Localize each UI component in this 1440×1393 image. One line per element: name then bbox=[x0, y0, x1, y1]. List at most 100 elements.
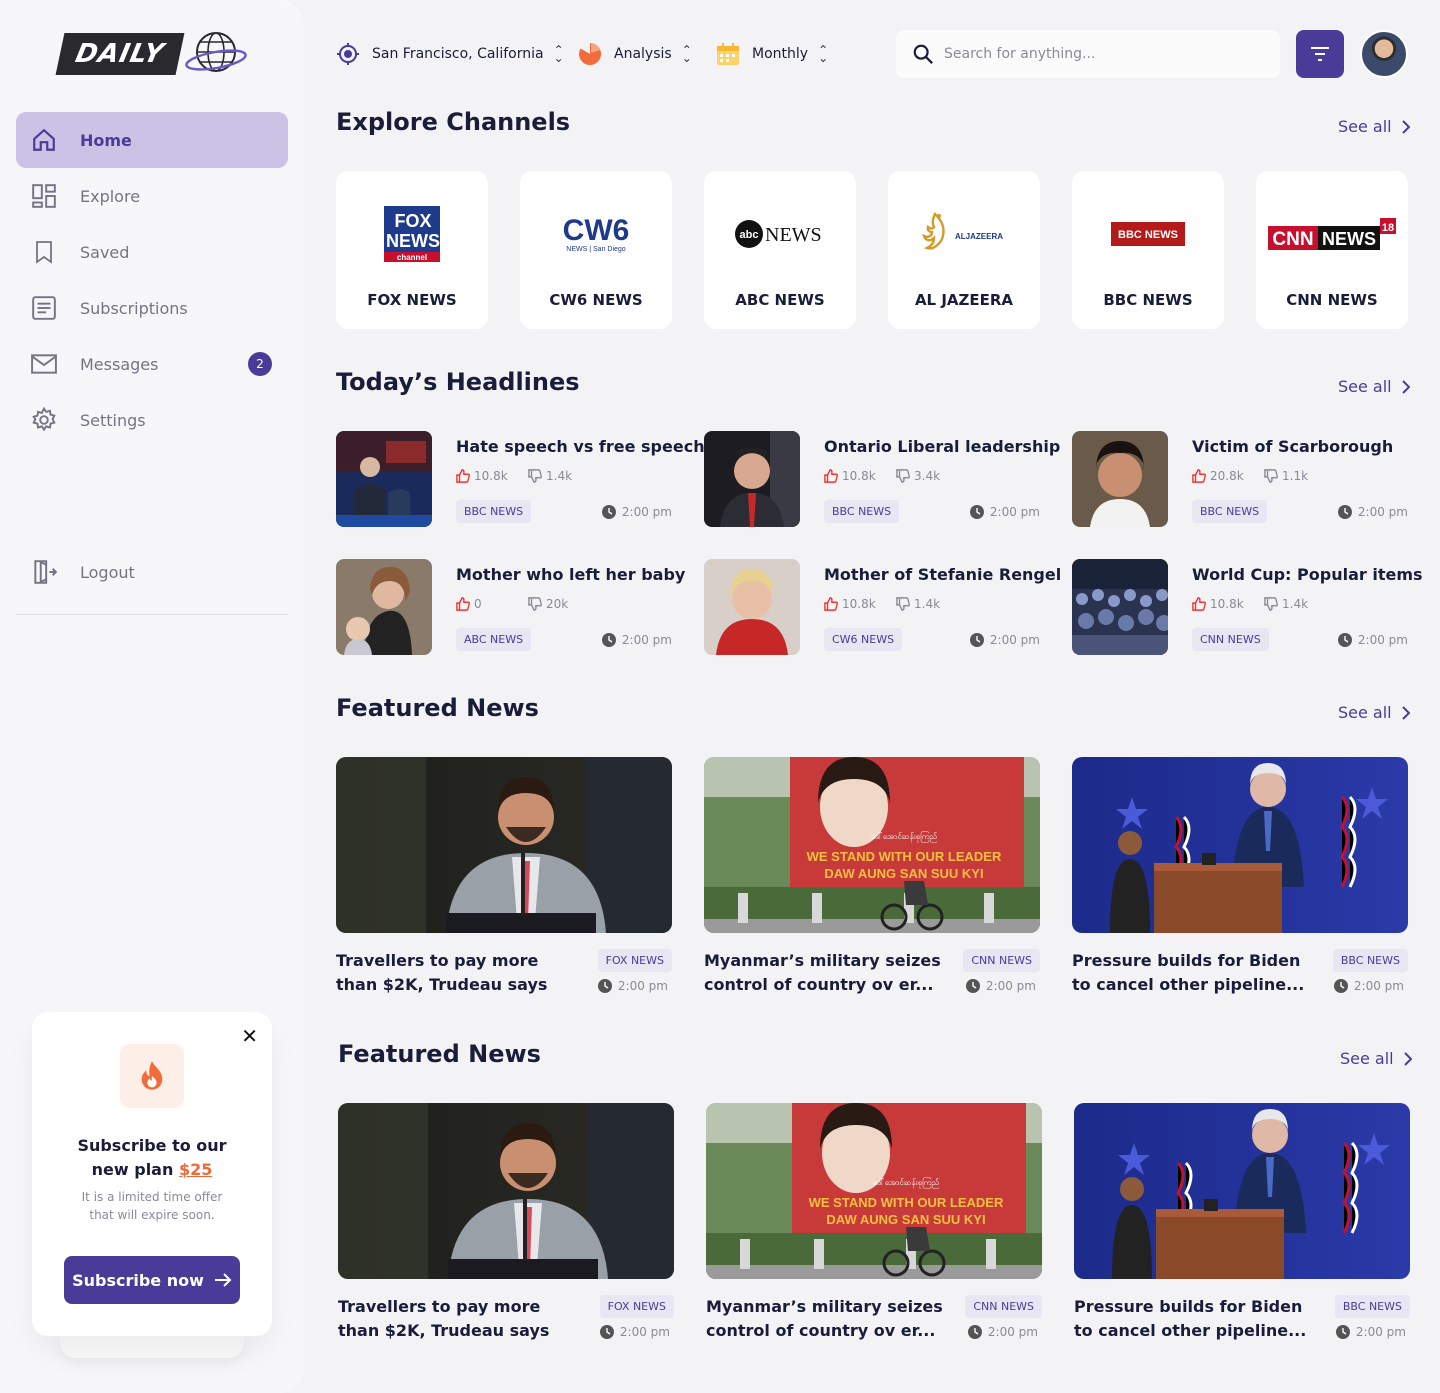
thumbs-up-icon[interactable] bbox=[456, 597, 470, 611]
period-selector[interactable]: Monthly ⌃ ⌄ bbox=[716, 42, 828, 66]
headline-title[interactable]: Mother of Stefanie Rengel bbox=[824, 565, 1061, 584]
dislikes-count: 1.1k bbox=[1282, 469, 1309, 483]
thumbs-up-icon[interactable] bbox=[824, 469, 838, 483]
channel-card-cw6[interactable]: CW6 NEWS | San Diego CW6 NEWS bbox=[520, 171, 672, 329]
channel-name: BBC NEWS bbox=[1103, 291, 1193, 309]
featured-image[interactable]: ဒေါ်အောင်ဆန်းစုကြည် WE STAND WITH OUR LEA… bbox=[704, 757, 1040, 933]
logout-button[interactable]: Logout bbox=[16, 544, 288, 600]
featured-card[interactable]: Pressure builds for Biden to cancel othe… bbox=[1074, 1103, 1410, 1347]
time-label: 2:00 pm bbox=[985, 979, 1036, 993]
user-avatar[interactable] bbox=[1360, 30, 1408, 78]
channel-card-aljazeera[interactable]: ALJAZEERA AL JAZEERA bbox=[888, 171, 1040, 329]
headline-thumbnail[interactable] bbox=[704, 431, 800, 527]
source-tag[interactable]: BBC NEWS bbox=[1332, 949, 1408, 972]
source-tag[interactable]: FOX NEWS bbox=[599, 1295, 674, 1318]
filter-button[interactable] bbox=[1296, 30, 1344, 78]
featured-title[interactable]: Pressure builds for Biden to cancel othe… bbox=[1072, 949, 1312, 997]
timestamp: 2:00 pm bbox=[1335, 1325, 1406, 1339]
close-icon[interactable]: ✕ bbox=[241, 1024, 258, 1048]
headline-thumbnail[interactable] bbox=[1072, 431, 1168, 527]
period-label: Monthly bbox=[752, 46, 809, 62]
thumbs-down-icon[interactable] bbox=[1264, 597, 1278, 611]
headline-thumbnail[interactable] bbox=[336, 431, 432, 527]
headline-item[interactable]: World Cup: Popular items 10.8k 1.4k CNN NEW… bbox=[1072, 559, 1423, 655]
channel-card-bbc[interactable]: BBC NEWS BBC NEWS bbox=[1072, 171, 1224, 329]
time-label: 2:00 pm bbox=[619, 1325, 670, 1339]
featured-image[interactable]: ဒေါ်အောင်ဆန်းစုကြည် WE STAND WITH OUR LEA… bbox=[706, 1103, 1042, 1279]
featured-card[interactable]: Travellers to pay more than $2K, Trudeau… bbox=[338, 1103, 674, 1347]
see-all-headlines[interactable]: See all bbox=[1338, 377, 1410, 396]
headline-thumbnail[interactable] bbox=[336, 559, 432, 655]
nav-item-subscriptions[interactable]: Subscriptions bbox=[16, 280, 288, 336]
featured-title[interactable]: Pressure builds for Biden to cancel othe… bbox=[1074, 1295, 1314, 1343]
analysis-selector[interactable]: Analysis ⌃ ⌄ bbox=[578, 42, 692, 66]
channel-card-fox[interactable]: FOX NEWS channel FOX NEWS bbox=[336, 171, 488, 329]
headline-thumbnail[interactable] bbox=[704, 559, 800, 655]
headline-item[interactable]: Victim of Scarborough 20.8k 1.1k BBC NEWS 2:… bbox=[1072, 431, 1408, 527]
featured-card[interactable]: ဒေါ်အောင်ဆန်းစုကြည် WE STAND WITH OUR LEA… bbox=[706, 1103, 1042, 1347]
source-tag[interactable]: CNN NEWS bbox=[965, 1295, 1042, 1318]
source-tag[interactable]: BBC NEWS bbox=[824, 500, 900, 523]
featured-title[interactable]: Myanmar’s military seizes control of cou… bbox=[704, 949, 944, 997]
headline-title[interactable]: Hate speech vs free speech bbox=[456, 437, 705, 456]
headline-title[interactable]: Mother who left her baby bbox=[456, 565, 685, 584]
thumbs-up-icon[interactable] bbox=[1192, 469, 1206, 483]
headline-item[interactable]: Ontario Liberal leadership 10.8k 3.4k BBC N… bbox=[704, 431, 1060, 527]
featured-image[interactable] bbox=[336, 757, 672, 933]
source-tag[interactable]: BBC NEWS bbox=[456, 500, 532, 523]
subscribe-now-button[interactable]: Subscribe now bbox=[64, 1256, 240, 1304]
source-tag[interactable]: BBC NEWS bbox=[1192, 500, 1268, 523]
featured-title[interactable]: Travellers to pay more than $2K, Trudeau… bbox=[336, 949, 576, 997]
featured-card[interactable]: Travellers to pay more than $2K, Trudeau… bbox=[336, 757, 672, 1001]
thumbs-up-icon[interactable] bbox=[1192, 597, 1206, 611]
headline-item[interactable]: Mother of Stefanie Rengel 10.8k 1.4k CW6 NE… bbox=[704, 559, 1061, 655]
thumbs-up-icon[interactable] bbox=[456, 469, 470, 483]
see-all-channels[interactable]: See all bbox=[1338, 117, 1410, 136]
channel-card-cnn[interactable]: CNN NEWS 18 CNN NEWS bbox=[1256, 171, 1408, 329]
featured-image[interactable] bbox=[1072, 757, 1408, 933]
source-tag[interactable]: BBC NEWS bbox=[1334, 1295, 1410, 1318]
source-tag[interactable]: CNN NEWS bbox=[1192, 628, 1269, 651]
headline-title[interactable]: Victim of Scarborough bbox=[1192, 437, 1393, 456]
source-tag[interactable]: FOX NEWS bbox=[597, 949, 672, 972]
thumbs-down-icon[interactable] bbox=[1264, 469, 1278, 483]
thumbs-up-icon[interactable] bbox=[824, 597, 838, 611]
headline-item[interactable]: Hate speech vs free speech 10.8k 1.4k BBC N… bbox=[336, 431, 705, 527]
channel-name: CW6 NEWS bbox=[549, 291, 643, 309]
headline-thumbnail[interactable] bbox=[1072, 559, 1168, 655]
thumbs-down-icon[interactable] bbox=[528, 469, 542, 483]
subscriptions-icon bbox=[30, 294, 58, 322]
nav-item-messages[interactable]: Messages 2 bbox=[16, 336, 288, 392]
featured-card[interactable]: ဒေါ်အောင်ဆန်းစုကြည် WE STAND WITH OUR LEA… bbox=[704, 757, 1040, 1001]
see-all-featured[interactable]: See all bbox=[1338, 703, 1410, 722]
dislikes-count: 20k bbox=[546, 597, 569, 611]
calendar-icon bbox=[716, 42, 740, 66]
headline-title[interactable]: World Cup: Popular items bbox=[1192, 565, 1423, 584]
thumbs-down-icon[interactable] bbox=[528, 597, 542, 611]
source-tag[interactable]: ABC NEWS bbox=[456, 628, 532, 651]
featured-card[interactable]: Pressure builds for Biden to cancel othe… bbox=[1072, 757, 1408, 1001]
logo[interactable]: DAILY bbox=[55, 30, 248, 78]
see-all-featured-2[interactable]: See all bbox=[1340, 1049, 1412, 1068]
location-selector[interactable]: San Francisco, California ⌃ ⌄ bbox=[336, 42, 564, 66]
source-tag[interactable]: CW6 NEWS bbox=[824, 628, 903, 651]
featured-image[interactable] bbox=[1074, 1103, 1410, 1279]
filter-icon bbox=[1311, 47, 1329, 61]
thumbs-down-icon[interactable] bbox=[896, 469, 910, 483]
nav-item-saved[interactable]: Saved bbox=[16, 224, 288, 280]
headline-item[interactable]: Mother who left her baby 0 20k ABC NEWS 2:00… bbox=[336, 559, 685, 655]
dislikes: 20k bbox=[528, 597, 600, 611]
featured-image[interactable] bbox=[338, 1103, 674, 1279]
channel-card-abc[interactable]: abc NEWS ABC NEWS bbox=[704, 171, 856, 329]
thumbs-down-icon[interactable] bbox=[896, 597, 910, 611]
svg-text:DAW AUNG SAN SUU KYI: DAW AUNG SAN SUU KYI bbox=[826, 1212, 985, 1227]
nav-item-home[interactable]: Home bbox=[16, 112, 288, 168]
search-input[interactable] bbox=[944, 46, 1264, 62]
featured-title[interactable]: Myanmar’s military seizes control of cou… bbox=[706, 1295, 946, 1343]
nav-item-settings[interactable]: Settings bbox=[16, 392, 288, 448]
nav-item-explore[interactable]: Explore bbox=[16, 168, 288, 224]
headline-title[interactable]: Ontario Liberal leadership bbox=[824, 437, 1060, 456]
featured-title[interactable]: Travellers to pay more than $2K, Trudeau… bbox=[338, 1295, 578, 1343]
clock-icon bbox=[597, 979, 612, 993]
source-tag[interactable]: CNN NEWS bbox=[963, 949, 1040, 972]
